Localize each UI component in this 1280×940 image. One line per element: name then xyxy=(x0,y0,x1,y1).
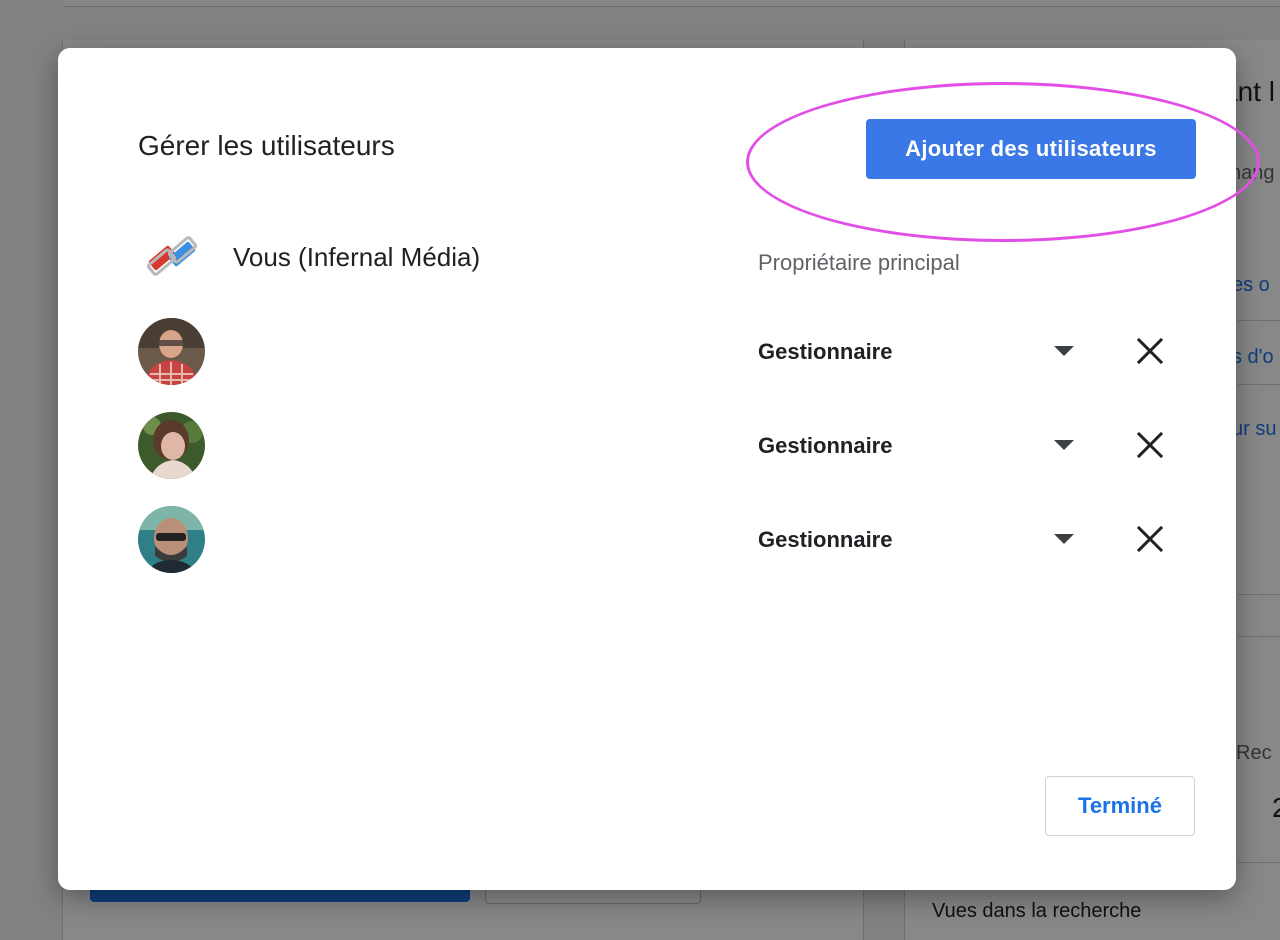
role-dropdown[interactable]: Gestionnaire xyxy=(758,514,1078,564)
user-name: Vous (Infernal Média) xyxy=(233,242,481,272)
close-icon xyxy=(1136,431,1164,459)
role-label: Gestionnaire xyxy=(758,527,893,552)
role-label: Gestionnaire xyxy=(758,339,893,364)
role-label-owner: Propriétaire principal xyxy=(758,250,960,275)
done-button[interactable]: Terminé xyxy=(1045,776,1195,836)
caret-down-icon xyxy=(1054,534,1074,544)
role-dropdown[interactable]: Gestionnaire xyxy=(758,420,1078,470)
close-icon xyxy=(1136,525,1164,553)
role-dropdown[interactable]: Gestionnaire xyxy=(758,326,1078,376)
avatar xyxy=(138,506,205,573)
remove-user-button[interactable] xyxy=(1130,519,1170,559)
remove-user-button[interactable] xyxy=(1130,331,1170,371)
caret-down-icon xyxy=(1054,440,1074,450)
user-row: Gestionnaire xyxy=(138,316,1188,386)
avatar xyxy=(138,318,205,385)
close-icon xyxy=(1136,337,1164,365)
user-row-owner: Vous (Infernal Média) Propriétaire princ… xyxy=(138,222,1188,292)
dialog-title: Gérer les utilisateurs xyxy=(138,130,395,161)
role-label: Gestionnaire xyxy=(758,433,893,458)
manage-users-dialog: Gérer les utilisateurs Ajouter des utili… xyxy=(58,48,1260,890)
caret-down-icon xyxy=(1054,346,1074,356)
avatar xyxy=(138,412,205,479)
user-row: Gestionnaire xyxy=(138,504,1188,574)
user-row: Gestionnaire xyxy=(138,410,1188,480)
remove-user-button[interactable] xyxy=(1130,425,1170,465)
infernal-media-logo-icon xyxy=(138,222,206,290)
add-users-button[interactable]: Ajouter des utilisateurs xyxy=(866,119,1196,179)
